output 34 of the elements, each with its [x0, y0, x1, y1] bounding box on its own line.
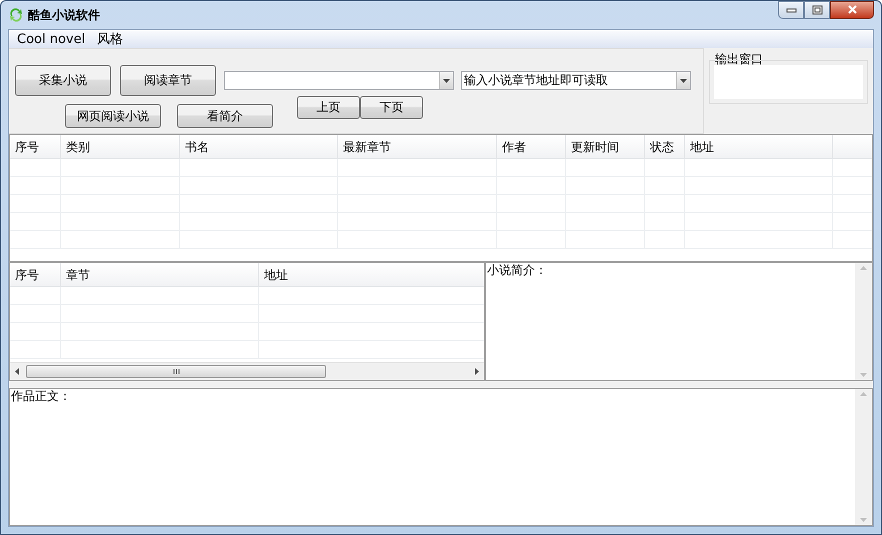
close-icon — [846, 5, 858, 15]
maximize-button[interactable] — [804, 1, 830, 19]
scrollbar-thumb[interactable] — [26, 365, 326, 378]
scroll-down-icon — [859, 517, 868, 523]
refresh-icon — [8, 7, 24, 23]
scroll-down-icon — [859, 372, 868, 378]
column-header[interactable]: 更新时间 — [566, 135, 645, 158]
close-button[interactable] — [830, 1, 874, 19]
scroll-up-icon — [859, 265, 868, 271]
minimize-button[interactable] — [778, 1, 804, 19]
dropdown-arrow-icon — [443, 78, 450, 82]
column-header[interactable]: 书名 — [180, 135, 338, 158]
column-header[interactable]: 作者 — [497, 135, 566, 158]
summary-button[interactable]: 看简介 — [177, 104, 273, 128]
window-title: 酷鱼小说软件 — [28, 6, 100, 24]
dropdown-arrow-icon — [680, 78, 687, 82]
grip-icon — [172, 368, 180, 375]
collect-button[interactable]: 采集小说 — [15, 65, 111, 96]
column-header[interactable]: 状态 — [645, 135, 685, 158]
address-combo-box[interactable]: 输入小说章节地址即可读取 — [461, 71, 691, 90]
maximize-icon — [812, 5, 822, 15]
column-header[interactable]: 类别 — [61, 135, 180, 158]
column-header[interactable]: 序号 — [10, 263, 61, 286]
column-header[interactable]: 最新章节 — [338, 135, 497, 158]
menu-item[interactable]: Cool novel — [11, 32, 92, 46]
next-page-button[interactable]: 下页 — [360, 96, 423, 119]
column-header[interactable]: 章节 — [61, 263, 259, 286]
scroll-up-icon — [859, 391, 868, 397]
web-read-button[interactable]: 网页阅读小说 — [65, 104, 161, 128]
menu-item[interactable]: 风格 — [91, 30, 130, 48]
column-header[interactable]: 地址 — [685, 135, 833, 158]
read-chapter-button[interactable]: 阅读章节 — [120, 65, 216, 96]
previous-page-button[interactable]: 上页 — [297, 96, 360, 119]
column-header[interactable]: 序号 — [10, 135, 61, 158]
